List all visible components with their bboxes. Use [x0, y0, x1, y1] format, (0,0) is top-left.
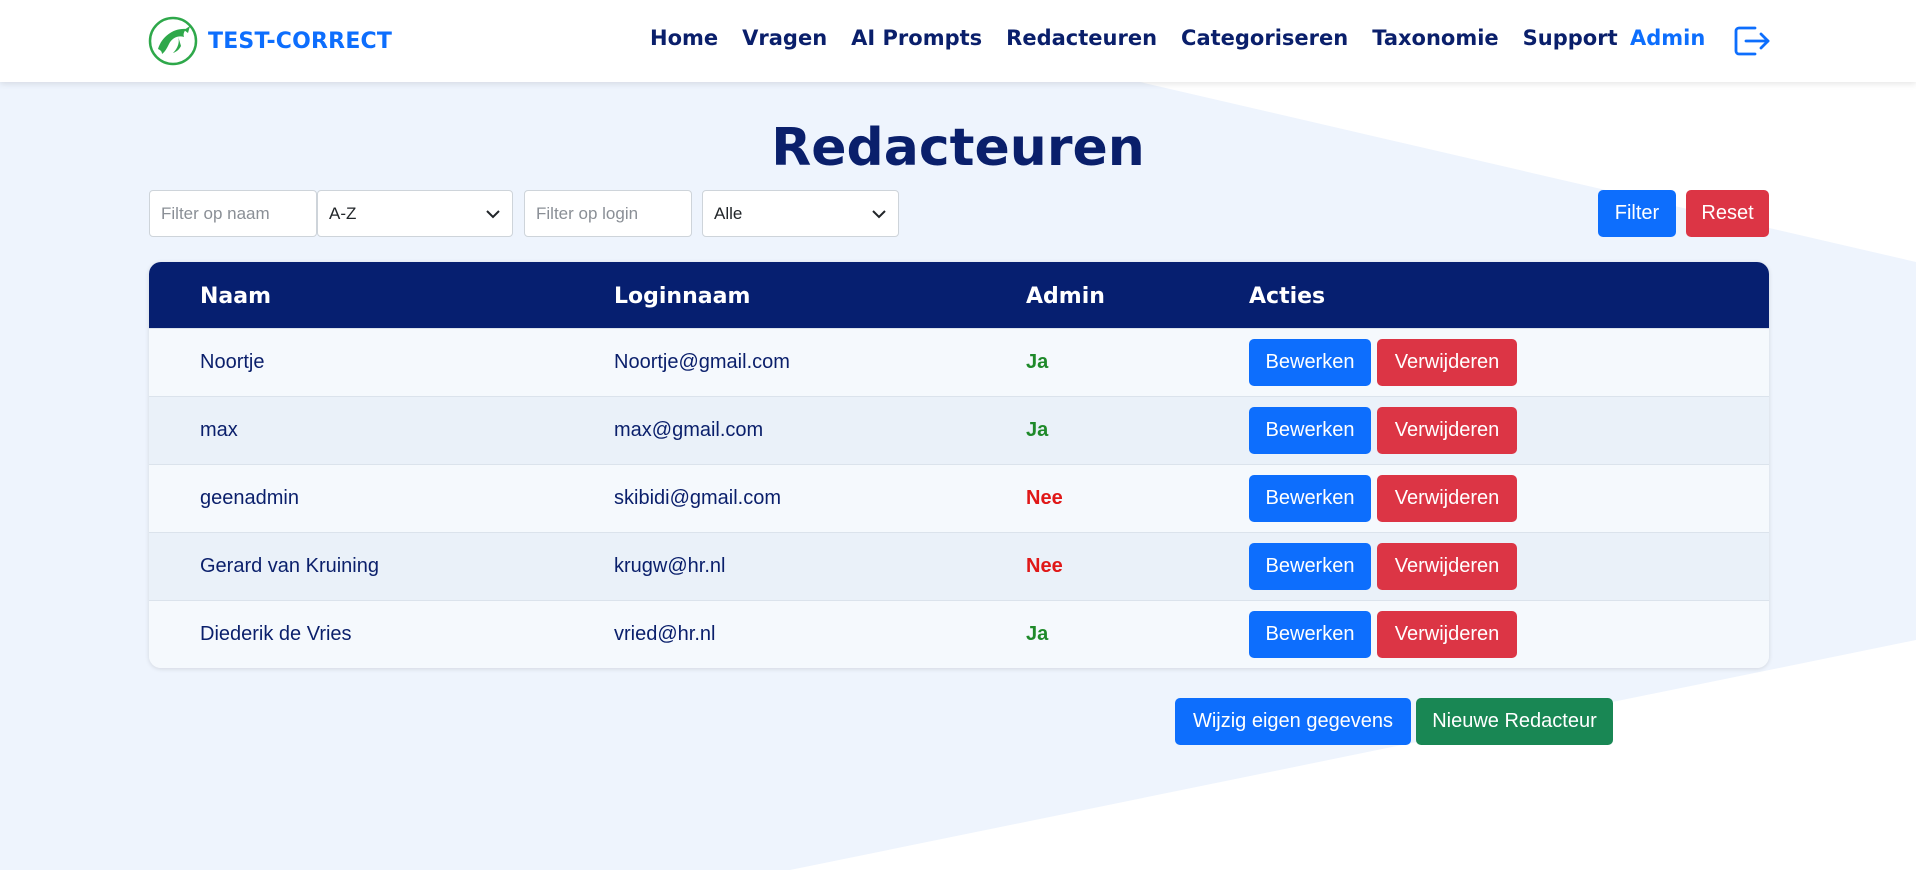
row-admin-status: Ja — [1026, 419, 1049, 441]
edit-button[interactable]: Bewerken — [1249, 543, 1371, 590]
row-name: max — [200, 419, 238, 441]
row-name: Gerard van Kruining — [200, 555, 379, 577]
nav-home[interactable]: Home — [650, 26, 718, 50]
row-login: vried@hr.nl — [614, 623, 716, 645]
edit-button[interactable]: Bewerken — [1249, 475, 1371, 522]
nav-redacteuren[interactable]: Redacteuren — [1006, 26, 1157, 50]
nav-categoriseren[interactable]: Categoriseren — [1181, 26, 1348, 50]
header-loginnaam: Loginnaam — [614, 284, 751, 309]
row-name: geenadmin — [200, 487, 299, 509]
table-row: Noortje Noortje@gmail.com Ja Bewerken Ve… — [149, 328, 1769, 396]
table-header: Naam Loginnaam Admin Acties — [149, 262, 1769, 328]
table-row: max max@gmail.com Ja Bewerken Verwijdere… — [149, 396, 1769, 464]
header-naam: Naam — [200, 284, 272, 309]
row-login: Noortje@gmail.com — [614, 351, 790, 373]
row-name: Diederik de Vries — [200, 623, 352, 645]
reset-button[interactable]: Reset — [1686, 190, 1769, 237]
table-row: geenadmin skibidi@gmail.com Nee Bewerken… — [149, 464, 1769, 532]
edit-own-details-button[interactable]: Wijzig eigen gegevens — [1175, 698, 1411, 745]
row-login: skibidi@gmail.com — [614, 487, 782, 509]
delete-button[interactable]: Verwijderen — [1377, 339, 1517, 386]
admin-link[interactable]: Admin — [1630, 26, 1705, 50]
admin-filter-select[interactable]: Alle — [702, 190, 899, 237]
row-login: krugw@hr.nl — [614, 555, 726, 577]
dolphin-logo-icon — [148, 16, 198, 66]
delete-button[interactable]: Verwijderen — [1377, 611, 1517, 658]
edit-button[interactable]: Bewerken — [1249, 611, 1371, 658]
row-admin-status: Ja — [1026, 351, 1049, 373]
logout-icon[interactable] — [1733, 24, 1771, 58]
row-admin-status: Ja — [1026, 623, 1049, 645]
filter-name-input[interactable] — [149, 190, 317, 237]
filter-login-input[interactable] — [524, 190, 692, 237]
nav-taxonomie[interactable]: Taxonomie — [1372, 26, 1498, 50]
sort-select[interactable]: A-Z — [317, 190, 513, 237]
page-title: Redacteuren — [771, 118, 1145, 178]
top-navbar: TEST-CORRECT Home Vragen AI Prompts Reda… — [0, 0, 1916, 82]
admin-filter-value: Alle — [714, 203, 743, 223]
delete-button[interactable]: Verwijderen — [1377, 543, 1517, 590]
row-name: Noortje — [200, 351, 265, 373]
chevron-down-icon — [872, 209, 886, 218]
header-admin: Admin — [1026, 284, 1105, 309]
sort-select-value: A-Z — [329, 203, 357, 223]
brand-logo[interactable]: TEST-CORRECT — [148, 16, 392, 66]
new-editor-button[interactable]: Nieuwe Redacteur — [1416, 698, 1613, 745]
row-login: max@gmail.com — [614, 419, 764, 441]
chevron-down-icon — [486, 209, 500, 218]
table-row: Diederik de Vries vried@hr.nl Ja Bewerke… — [149, 600, 1769, 668]
edit-button[interactable]: Bewerken — [1249, 407, 1371, 454]
main-nav: Home Vragen AI Prompts Redacteuren Categ… — [650, 26, 1618, 50]
nav-support[interactable]: Support — [1523, 26, 1618, 50]
editors-table: Naam Loginnaam Admin Acties Noortje Noor… — [149, 262, 1769, 668]
brand-name: TEST-CORRECT — [208, 28, 393, 54]
nav-vragen[interactable]: Vragen — [742, 26, 827, 50]
header-acties: Acties — [1249, 284, 1326, 309]
filter-button[interactable]: Filter — [1598, 190, 1676, 237]
edit-button[interactable]: Bewerken — [1249, 339, 1371, 386]
row-admin-status: Nee — [1026, 487, 1063, 509]
row-admin-status: Nee — [1026, 555, 1063, 577]
delete-button[interactable]: Verwijderen — [1377, 407, 1517, 454]
delete-button[interactable]: Verwijderen — [1377, 475, 1517, 522]
nav-ai-prompts[interactable]: AI Prompts — [851, 26, 982, 50]
table-row: Gerard van Kruining krugw@hr.nl Nee Bewe… — [149, 532, 1769, 600]
